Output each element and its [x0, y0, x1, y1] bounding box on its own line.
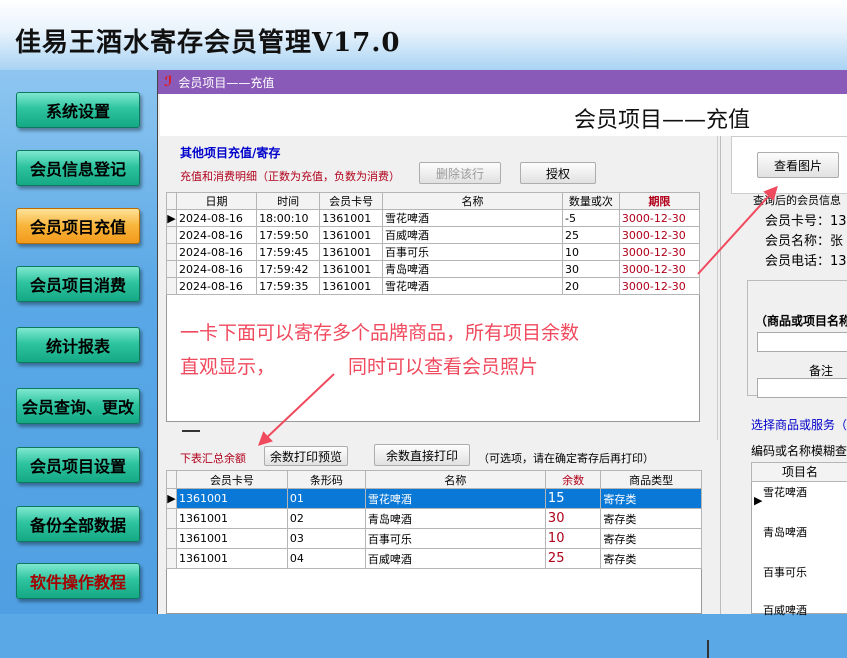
recharge-window: ℐ 会员项目——充值 会员项目——充值 其他项目充值/寄存 充值和消费明细（正数… — [157, 70, 847, 658]
sidebar: 系统设置 会员信息登记 会员项目充值 会员项目消费 统计报表 会员查询、更改 会… — [0, 70, 157, 614]
nav-backup-data[interactable]: 备份全部数据 — [16, 506, 140, 542]
nav-member-consume[interactable]: 会员项目消费 — [16, 266, 140, 302]
nav-member-item-settings[interactable]: 会员项目设置 — [16, 447, 140, 483]
arrow-to-summary-icon — [257, 373, 335, 446]
annotation-arrows — [257, 185, 778, 446]
arrow-to-photo-icon — [697, 185, 778, 275]
scrollbar-thumb[interactable] — [707, 640, 709, 658]
nav-member-recharge[interactable]: 会员项目充值 — [16, 208, 140, 244]
nav-member-registration[interactable]: 会员信息登记 — [16, 150, 140, 186]
nav-system-settings[interactable]: 系统设置 — [16, 92, 140, 128]
nav-statistics-report[interactable]: 统计报表 — [16, 327, 140, 363]
nav-tutorial[interactable]: 软件操作教程 — [16, 563, 140, 599]
app-title: 佳易王酒水寄存会员管理V17.0 — [15, 28, 401, 58]
app-title-bar: 佳易王酒水寄存会员管理V17.0 — [0, 0, 847, 70]
nav-member-query[interactable]: 会员查询、更改 — [16, 388, 140, 424]
